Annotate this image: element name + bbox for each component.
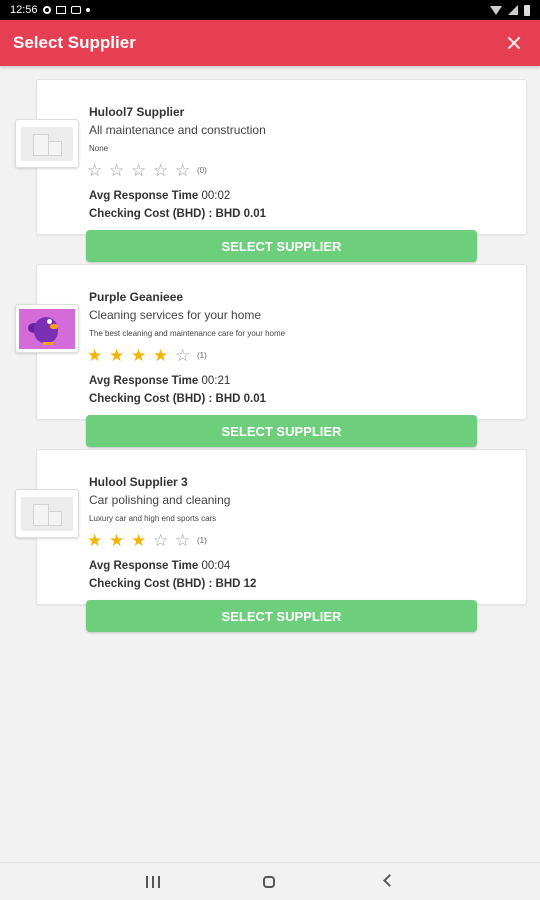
rating-stars: ☆ ☆ ☆ ☆ ☆ (0) (87, 162, 207, 179)
star-empty-icon: ☆ (153, 161, 169, 180)
supplier-name: Hulool Supplier 3 (89, 475, 188, 489)
supplier-item: Hulool Supplier 3 Car polishing and clea… (0, 449, 540, 632)
star-filled-icon: ★ (131, 531, 147, 550)
purple-bird-logo (19, 308, 75, 349)
star-filled-icon: ★ (109, 346, 125, 365)
cast-icon (70, 6, 81, 14)
rating-count: (0) (197, 166, 207, 175)
cost-label: Checking Cost (BHD) : (89, 578, 213, 590)
star-empty-icon: ☆ (87, 161, 103, 180)
select-supplier-button[interactable]: SELECT SUPPLIER (86, 415, 477, 447)
response-value: 00:21 (201, 375, 231, 387)
building-placeholder-icon (21, 126, 73, 161)
supplier-item: Purple Geanieee Cleaning services for yo… (0, 264, 540, 447)
close-icon[interactable] (503, 31, 527, 55)
cost-value: BHD 0.01 (215, 208, 267, 220)
rating-stars: ★ ★ ★ ☆ ☆ (1) (87, 532, 207, 549)
avg-response-time: Avg Response Time 00:04 (89, 560, 230, 572)
cost-label: Checking Cost (BHD) : (89, 208, 213, 220)
supplier-category: Cleaning services for your home (89, 308, 262, 322)
select-supplier-button[interactable]: SELECT SUPPLIER (86, 230, 477, 262)
supplier-image (15, 489, 79, 538)
supplier-description: None (89, 144, 109, 153)
supplier-item: Hulool7 Supplier All maintenance and con… (0, 79, 540, 262)
supplier-name: Hulool7 Supplier (89, 105, 185, 119)
star-filled-icon: ★ (109, 531, 125, 550)
star-filled-icon: ★ (87, 346, 103, 365)
rating-count: (1) (197, 536, 207, 545)
recent-apps-icon[interactable] (146, 876, 160, 888)
battery-icon (524, 4, 530, 16)
signal-icon (508, 5, 518, 15)
system-nav-bar (0, 862, 540, 900)
checking-cost: Checking Cost (BHD) : BHD 0.01 (89, 393, 266, 405)
star-filled-icon: ★ (87, 531, 103, 550)
rating-count: (1) (197, 351, 207, 360)
home-icon[interactable] (263, 876, 275, 888)
checking-cost: Checking Cost (BHD) : BHD 12 (89, 578, 256, 590)
gear-icon (42, 6, 51, 14)
building-placeholder-icon (21, 496, 73, 531)
supplier-image (15, 304, 79, 353)
cost-value: BHD 0.01 (215, 393, 267, 405)
supplier-description: The best cleaning and maintenance care f… (89, 329, 286, 338)
supplier-description: Luxury car and high end sports cars (89, 514, 217, 523)
checking-cost: Checking Cost (BHD) : BHD 0.01 (89, 208, 266, 220)
cost-value: BHD 12 (215, 578, 257, 590)
star-empty-icon: ☆ (131, 161, 147, 180)
select-supplier-button[interactable]: SELECT SUPPLIER (86, 600, 477, 632)
supplier-image (15, 119, 79, 168)
rating-stars: ★ ★ ★ ★ ☆ (1) (87, 347, 207, 364)
star-empty-icon: ☆ (109, 161, 125, 180)
status-bar: 12:56 (0, 0, 540, 20)
cost-label: Checking Cost (BHD) : (89, 393, 213, 405)
star-empty-icon: ☆ (153, 531, 169, 550)
star-empty-icon: ☆ (175, 161, 191, 180)
dot-icon (85, 8, 90, 12)
page-title: Select Supplier (13, 33, 136, 52)
avg-response-time: Avg Response Time 00:02 (89, 190, 230, 202)
star-filled-icon: ★ (131, 346, 147, 365)
image-icon (55, 6, 66, 14)
avg-response-time: Avg Response Time 00:21 (89, 375, 230, 387)
wifi-icon (490, 5, 502, 15)
supplier-category: Car polishing and cleaning (89, 493, 231, 507)
star-empty-icon: ☆ (175, 346, 191, 365)
star-filled-icon: ★ (153, 346, 169, 365)
supplier-category: All maintenance and construction (89, 123, 266, 137)
response-label: Avg Response Time (89, 375, 199, 387)
response-value: 00:04 (201, 560, 231, 572)
status-time: 12:56 (10, 4, 38, 16)
star-empty-icon: ☆ (175, 531, 191, 550)
response-label: Avg Response Time (89, 560, 199, 572)
response-label: Avg Response Time (89, 190, 199, 202)
back-icon[interactable] (383, 874, 396, 887)
response-value: 00:02 (201, 190, 231, 202)
supplier-name: Purple Geanieee (89, 290, 184, 304)
app-bar: Select Supplier (0, 20, 540, 66)
